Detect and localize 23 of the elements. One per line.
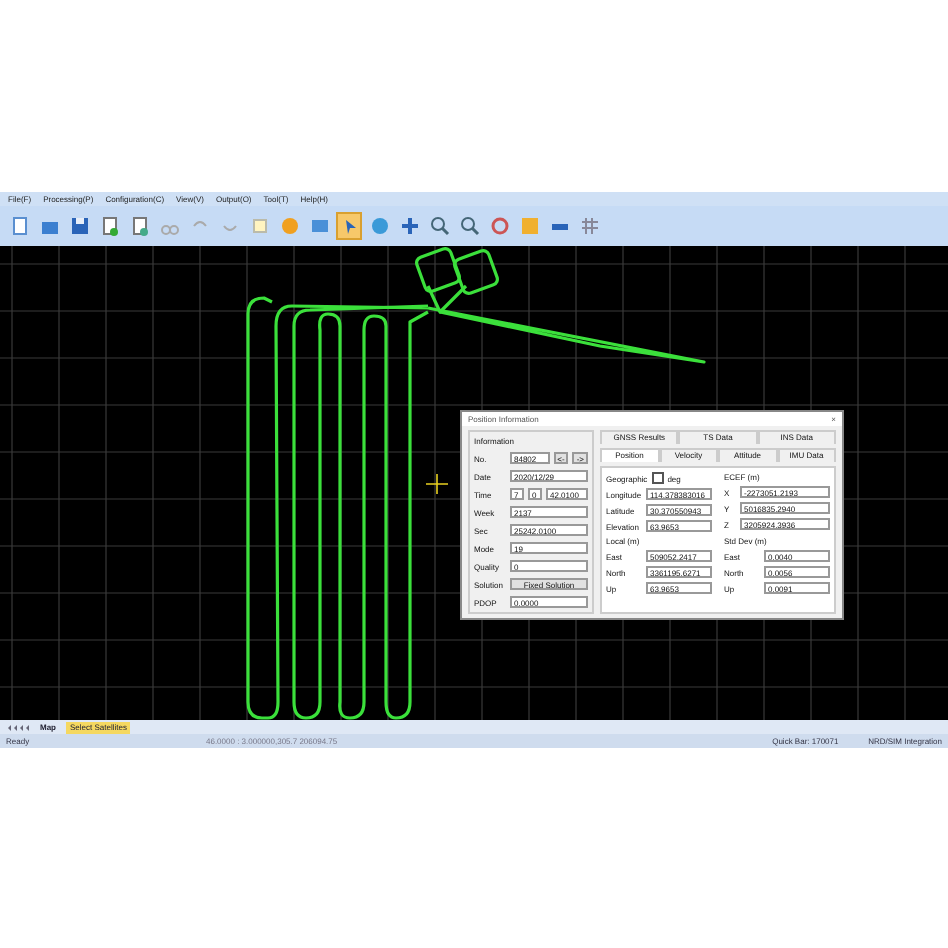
page-icon: [99, 216, 119, 236]
toolbar-button[interactable]: [396, 212, 422, 240]
toolbar-button[interactable]: [486, 212, 512, 240]
checkbox[interactable]: [651, 472, 664, 484]
toolbar-button[interactable]: [366, 212, 392, 240]
toolbar-button[interactable]: [66, 212, 92, 240]
zoom-out-icon: [459, 216, 479, 236]
navigation-arrows-icon[interactable]: [6, 723, 30, 731]
square-icon: [519, 216, 539, 236]
note-icon: [249, 216, 269, 236]
toolbar-button[interactable]: [576, 212, 602, 240]
grid-icon: [579, 216, 599, 236]
save-icon: [69, 216, 89, 236]
zoom-in-icon: [429, 216, 449, 236]
move-icon: [399, 216, 419, 236]
toolbar-button[interactable]: [456, 212, 482, 240]
loop-drawing: [413, 246, 501, 314]
toolbar-button[interactable]: [336, 212, 362, 240]
page-icon: [129, 216, 149, 236]
crosshair-icon: [425, 473, 449, 495]
toolbar-button[interactable]: [426, 212, 452, 240]
ring-icon: [489, 216, 509, 236]
page-icon: [9, 216, 29, 236]
